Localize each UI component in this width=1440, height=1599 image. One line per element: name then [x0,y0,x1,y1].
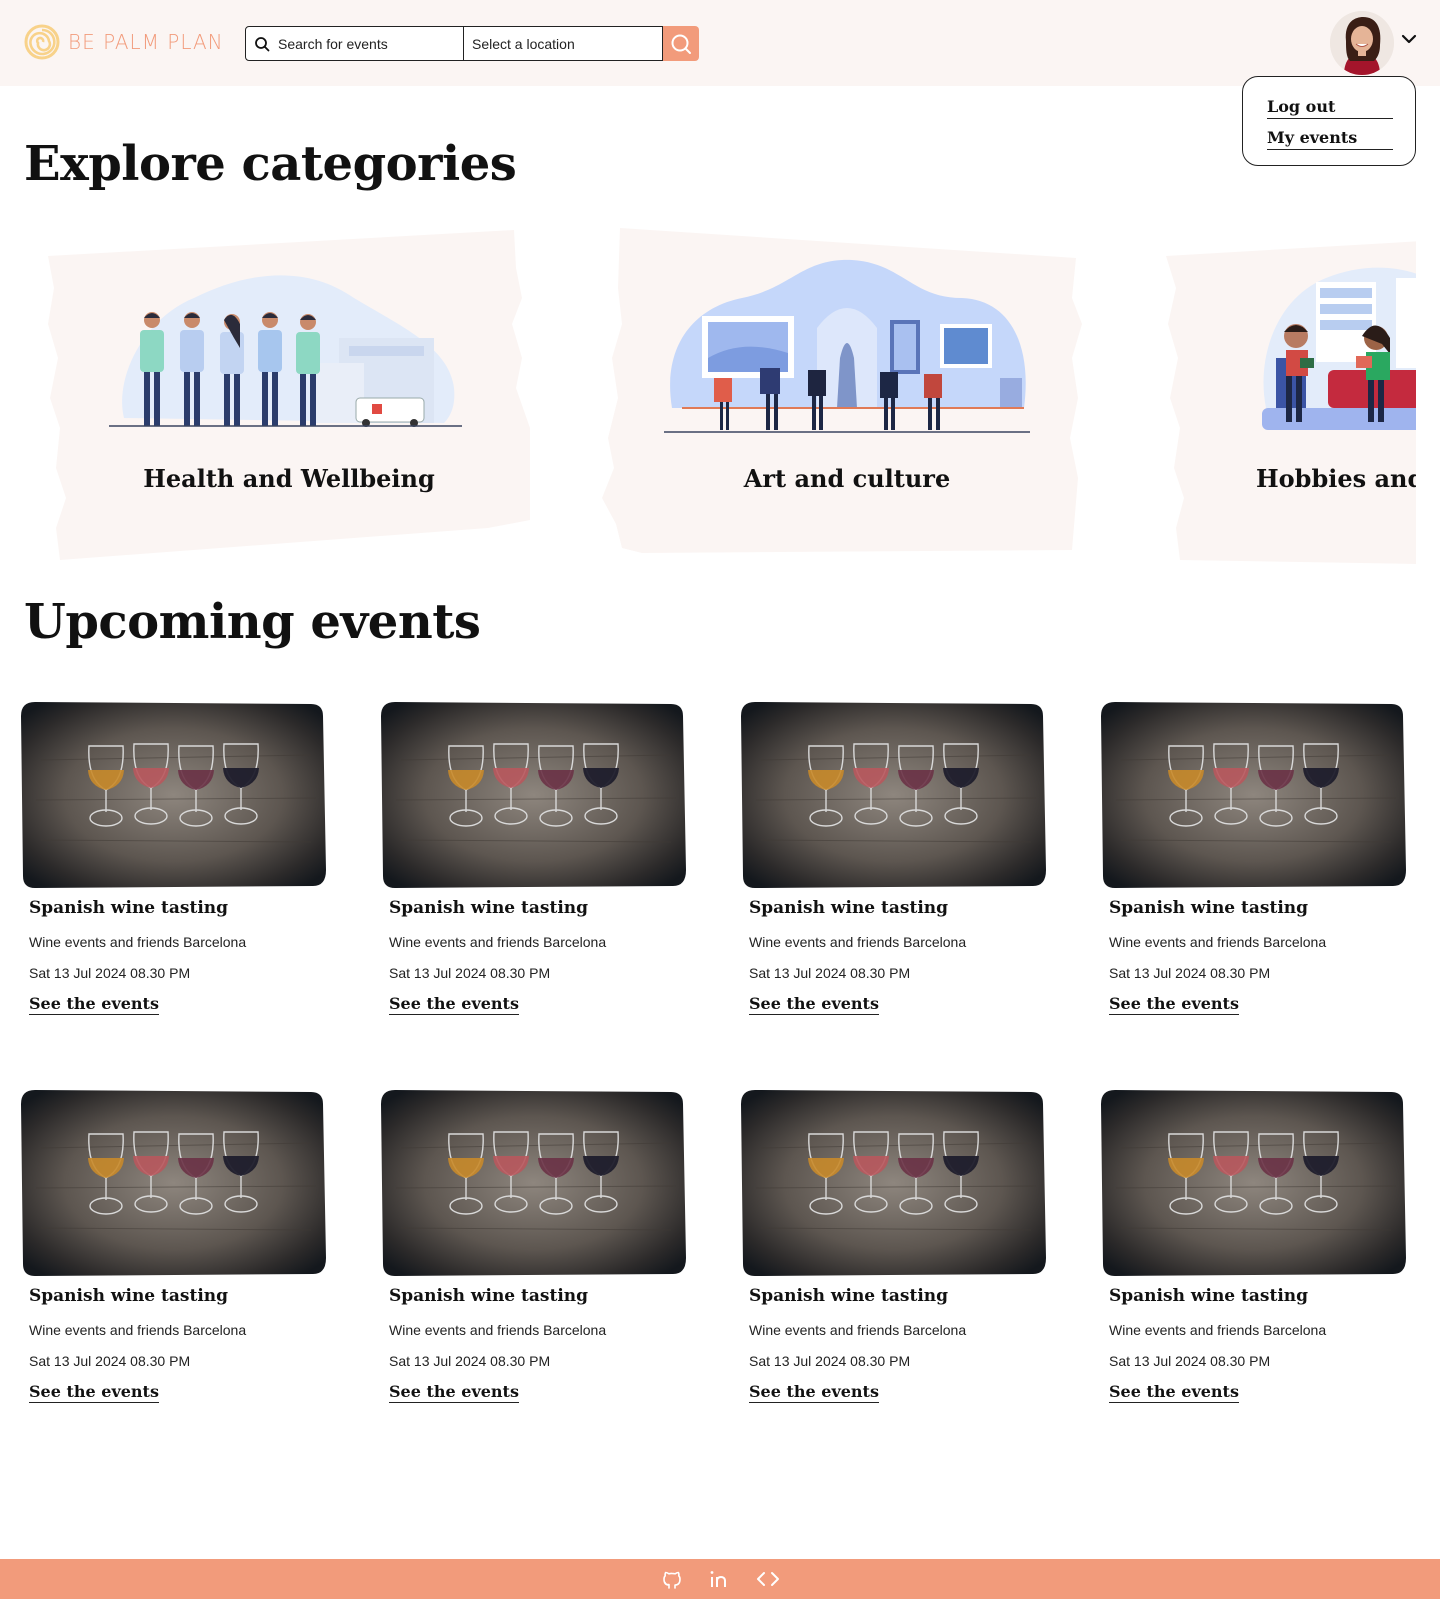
see-events-link[interactable]: See the events [389,994,519,1015]
category-label: Health and Wellbeing [143,464,435,493]
art-gallery-illustration [664,259,1030,433]
event-image [21,702,326,888]
event-organizer: Wine events and friends Barcelona [29,1322,247,1338]
event-date: Sat 13 Jul 2024 08.30 PM [1109,965,1271,981]
user-dropdown-menu: Log out My events [1242,76,1416,166]
logout-link[interactable]: Log out [1267,97,1393,119]
code-icon[interactable] [755,1566,781,1592]
events-heading: Upcoming events [24,594,481,650]
location-select[interactable]: Select a location [464,26,663,61]
event-image [741,1090,1046,1276]
event-date: Sat 13 Jul 2024 08.30 PM [389,1353,551,1369]
event-title: Spanish wine tasting [29,898,229,918]
user-menu-toggle[interactable] [1400,30,1418,53]
user-avatar-photo [1330,11,1394,75]
search-button[interactable] [663,26,699,61]
category-card-hobbies[interactable]: Hobbies and [1166,228,1416,568]
chevron-down-icon [1401,34,1417,44]
event-date: Sat 13 Jul 2024 08.30 PM [1109,1353,1271,1369]
see-events-link[interactable]: See the events [389,1382,519,1403]
event-title: Spanish wine tasting [389,1286,589,1306]
category-label: Hobbies and [1256,464,1416,493]
event-organizer: Wine events and friends Barcelona [1109,934,1327,950]
reading-people-illustration [1262,267,1416,430]
event-card[interactable]: Spanish wine tasting Wine events and fri… [741,700,1046,1030]
see-events-link[interactable]: See the events [749,994,879,1015]
event-organizer: Wine events and friends Barcelona [389,934,607,950]
github-icon[interactable] [659,1566,685,1592]
event-title: Spanish wine tasting [1109,898,1309,918]
user-avatar[interactable] [1330,11,1394,75]
categories-heading: Explore categories [24,136,517,192]
event-organizer: Wine events and friends Barcelona [389,1322,607,1338]
event-image [1101,1090,1406,1276]
search-icon [255,36,270,51]
see-events-link[interactable]: See the events [749,1382,879,1403]
search-button-icon [671,34,691,54]
search-bar: Search for events Select a location [245,26,699,61]
event-card[interactable]: Spanish wine tasting Wine events and fri… [381,700,686,1030]
event-organizer: Wine events and friends Barcelona [749,934,967,950]
event-title: Spanish wine tasting [389,898,589,918]
event-date: Sat 13 Jul 2024 08.30 PM [389,965,551,981]
my-events-link[interactable]: My events [1267,128,1393,150]
event-card[interactable]: Spanish wine tasting Wine events and fri… [1101,700,1406,1030]
see-events-link[interactable]: See the events [29,1382,159,1403]
event-image [1101,702,1406,888]
event-card[interactable]: Spanish wine tasting Wine events and fri… [381,1088,686,1418]
search-input[interactable]: Search for events [245,26,464,61]
event-organizer: Wine events and friends Barcelona [749,1322,967,1338]
event-title: Spanish wine tasting [1109,1286,1309,1306]
event-image [21,1090,326,1276]
event-card[interactable]: Spanish wine tasting Wine events and fri… [741,1088,1046,1418]
event-title: Spanish wine tasting [749,1286,949,1306]
logo[interactable]: BE PALM PLAN [24,24,224,60]
search-input-placeholder: Search for events [278,35,388,52]
see-events-link[interactable]: See the events [1109,994,1239,1015]
linkedin-icon[interactable] [707,1566,733,1592]
event-title: Spanish wine tasting [29,1286,229,1306]
event-card[interactable]: Spanish wine tasting Wine events and fri… [21,1088,326,1418]
event-date: Sat 13 Jul 2024 08.30 PM [749,965,911,981]
event-card[interactable]: Spanish wine tasting Wine events and fri… [1101,1088,1406,1418]
event-title: Spanish wine tasting [749,898,949,918]
category-label: Art and culture [743,464,951,493]
event-organizer: Wine events and friends Barcelona [29,934,247,950]
medical-team-illustration [109,275,462,427]
event-image [741,702,1046,888]
event-organizer: Wine events and friends Barcelona [1109,1322,1327,1338]
spiral-logo-icon [24,24,60,60]
event-date: Sat 13 Jul 2024 08.30 PM [29,965,191,981]
footer [0,1559,1440,1599]
logo-text: BE PALM PLAN [68,30,224,54]
event-image [381,1090,686,1276]
category-card-art[interactable]: Art and culture [602,228,1092,568]
event-image [381,702,686,888]
category-card-health[interactable]: Health and Wellbeing [44,228,534,568]
see-events-link[interactable]: See the events [29,994,159,1015]
categories-carousel: Health and Wellbeing Art and culture Hob… [0,228,1416,568]
top-header: BE PALM PLAN Search for events Select a … [0,0,1440,86]
see-events-link[interactable]: See the events [1109,1382,1239,1403]
event-card[interactable]: Spanish wine tasting Wine events and fri… [21,700,326,1030]
event-date: Sat 13 Jul 2024 08.30 PM [749,1353,911,1369]
event-date: Sat 13 Jul 2024 08.30 PM [29,1353,191,1369]
location-select-placeholder: Select a location [472,35,575,52]
